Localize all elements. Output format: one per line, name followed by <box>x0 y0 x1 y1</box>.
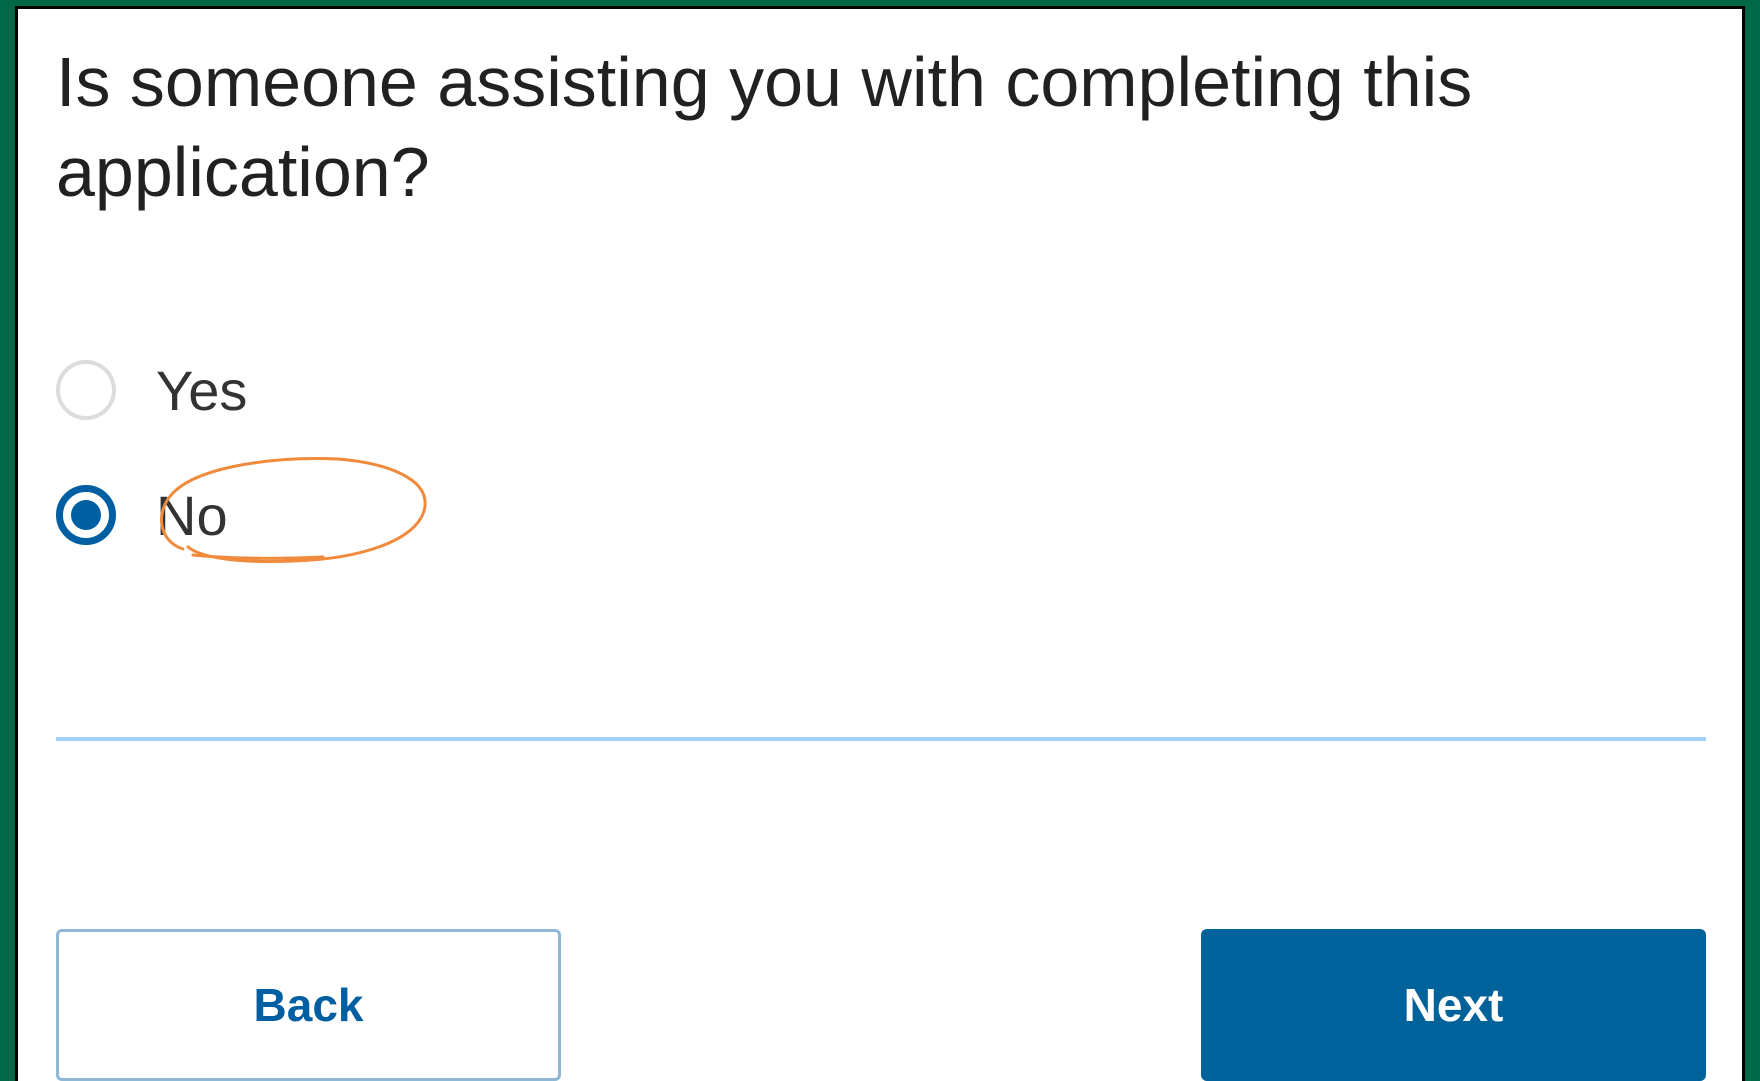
radio-option-yes[interactable]: Yes <box>56 352 247 428</box>
radio-option-no[interactable]: No <box>56 477 228 553</box>
question-heading: Is someone assisting you with completing… <box>56 43 1473 211</box>
radio-yes-icon[interactable] <box>56 360 116 420</box>
radio-option-label: Yes <box>156 358 248 422</box>
radio-no-selected-icon[interactable] <box>56 485 116 545</box>
page-frame: Is someone assisting you with completing… <box>0 0 1760 1081</box>
radio-dot-icon <box>71 500 101 530</box>
application-panel: Is someone assisting you with completing… <box>15 6 1745 1081</box>
back-button[interactable]: Back <box>56 929 561 1081</box>
section-divider <box>56 737 1706 741</box>
radio-option-label: No <box>156 483 228 547</box>
next-button[interactable]: Next <box>1201 929 1706 1081</box>
